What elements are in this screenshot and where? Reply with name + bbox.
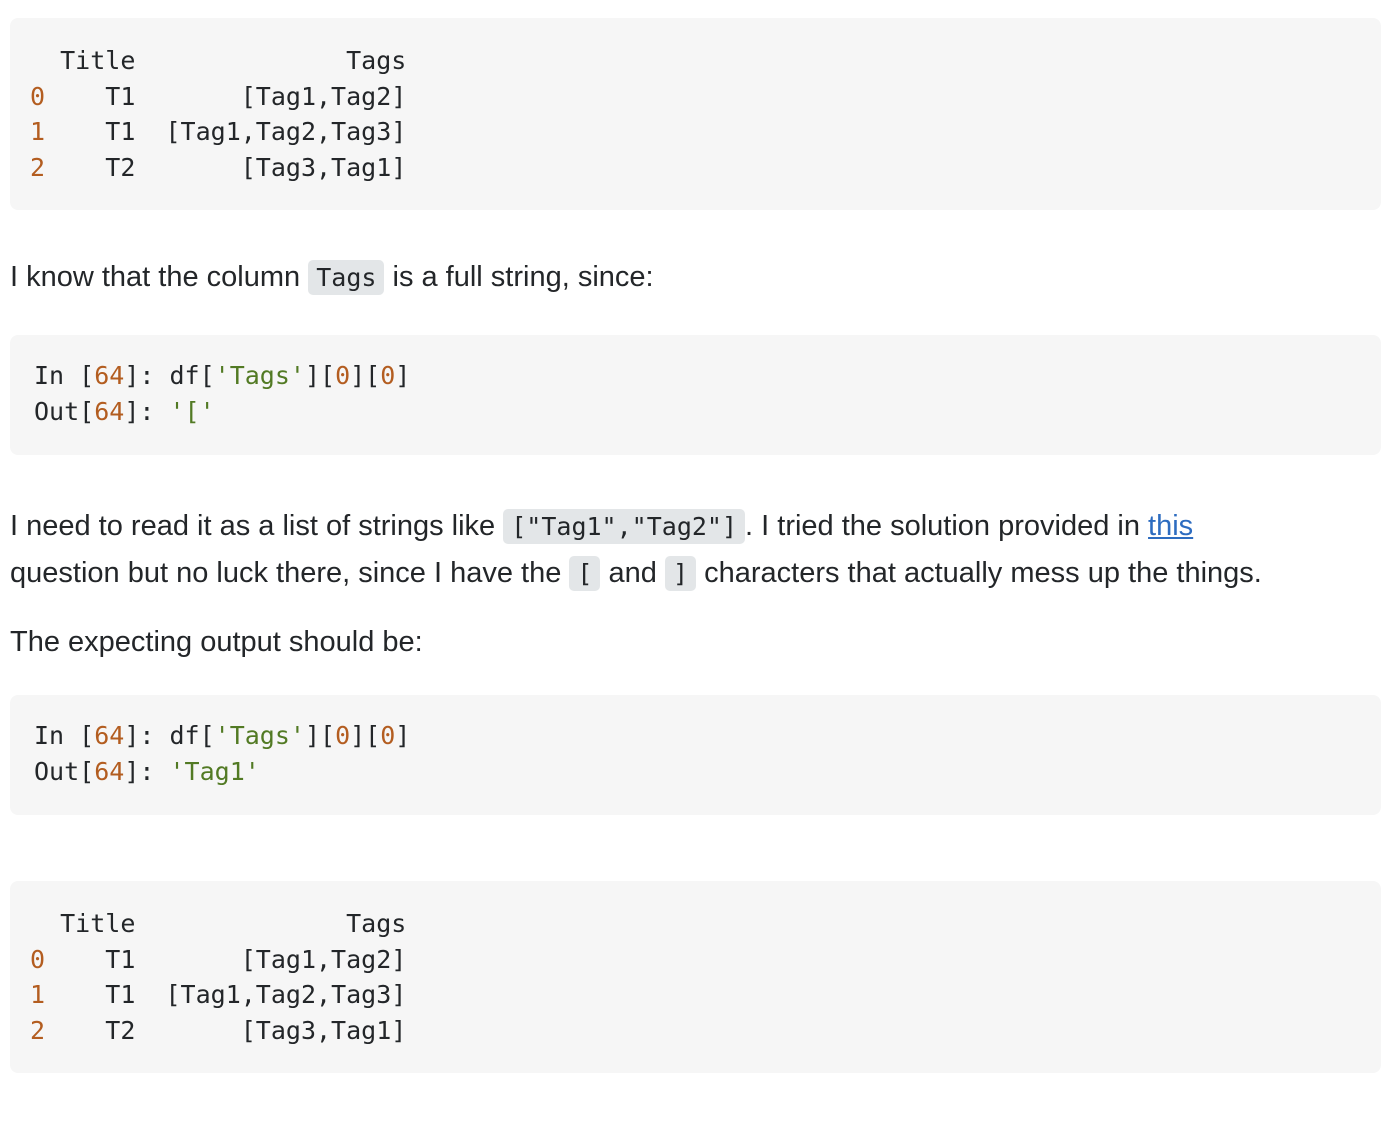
in-mid: ]: df[ [124, 361, 215, 390]
paragraph-expected-output: The expecting output should be: [10, 626, 423, 658]
row-tags: [Tag1,Tag2] [240, 944, 407, 974]
table-row: 2 T2 [Tag3,Tag1] [30, 1016, 406, 1045]
in-prefix: In [ [34, 361, 95, 390]
row-tags: [Tag1,Tag2] [240, 81, 407, 111]
in-end: ] [395, 721, 411, 750]
out-mid: ]: [124, 396, 170, 426]
in-string: 'Tags' [214, 721, 305, 750]
header-tags: Tags [346, 909, 407, 938]
paragraph-text: characters that actually mess up the thi… [696, 557, 1262, 589]
dataframe-code-block[interactable]: Title Tags 0 T1 [Tag1,Tag2] 1 T1 [Tag1,T… [10, 881, 1381, 1073]
repl-code-block-current[interactable]: In [64]: df['Tags'][0][0] Out[64]: '[' [10, 335, 1381, 455]
paragraph-text: and [600, 557, 665, 589]
paragraph-text: is a full string, since: [384, 261, 654, 293]
row-index: 1 [30, 117, 46, 146]
row-index: 2 [30, 152, 46, 182]
row-title: T1 [105, 944, 136, 974]
in-index2: 0 [380, 721, 396, 750]
table-row: 2 T2 [Tag3,Tag1] [30, 153, 406, 182]
header-title: Title [60, 909, 136, 938]
question-body: Title Tags 0 T1 [Tag1,Tag2] 1 T1 [Tag1,T… [10, 18, 1381, 1073]
in-line: In [64]: df['Tags'][0][0] [34, 361, 410, 390]
out-line: Out[64]: '[' [34, 397, 215, 426]
in-number: 64 [94, 361, 125, 390]
table-header: Title Tags [30, 909, 406, 938]
row-index: 0 [30, 944, 46, 974]
header-title: Title [60, 46, 136, 75]
row-title: T1 [105, 117, 136, 146]
paragraph-need-list: I need to read it as a list of strings l… [10, 503, 1381, 597]
out-number: 64 [94, 756, 125, 786]
out-string: 'Tag1' [169, 756, 260, 786]
row-title: T2 [105, 152, 136, 182]
out-prefix: Out[ [34, 396, 95, 426]
in-index2: 0 [380, 361, 396, 390]
row-tags: [Tag1,Tag2,Tag3] [165, 117, 407, 146]
repl-code-block-expected[interactable]: In [64]: df['Tags'][0][0] Out[64]: 'Tag1… [10, 695, 1381, 815]
row-title: T1 [105, 81, 136, 111]
this-question-link[interactable]: this [1148, 510, 1193, 542]
table-row: 1 T1 [Tag1,Tag2,Tag3] [30, 980, 406, 1009]
row-index: 1 [30, 980, 46, 1009]
in-end: ] [395, 361, 411, 390]
in-mid2: ][ [304, 721, 336, 750]
in-index1: 0 [335, 721, 351, 750]
out-string: '[' [169, 396, 215, 426]
in-mid: ]: df[ [124, 721, 215, 750]
in-index1: 0 [335, 361, 351, 390]
inline-code-tags: Tags [308, 260, 385, 295]
in-mid3: ][ [350, 361, 381, 390]
in-mid3: ][ [350, 721, 381, 750]
out-mid: ]: [124, 756, 170, 786]
in-line: In [64]: df['Tags'][0][0] [34, 721, 410, 750]
row-index: 2 [30, 1015, 46, 1045]
row-title: T2 [105, 1015, 136, 1045]
table-header: Title Tags [30, 46, 406, 75]
row-tags: [Tag3,Tag1] [240, 1015, 407, 1045]
dataframe-code-block[interactable]: Title Tags 0 T1 [Tag1,Tag2] 1 T1 [Tag1,T… [10, 18, 1381, 210]
paragraph-text: I need to read it as a list of strings l… [10, 510, 504, 542]
out-line: Out[64]: 'Tag1' [34, 757, 260, 786]
inline-code-close-bracket: ] [664, 556, 697, 591]
row-tags: [Tag3,Tag1] [240, 152, 407, 182]
inline-code-tag-list: ["Tag1","Tag2"] [503, 509, 746, 544]
in-mid2: ][ [304, 361, 336, 390]
in-prefix: In [ [34, 721, 95, 750]
row-title: T1 [105, 980, 136, 1009]
header-tags: Tags [346, 46, 407, 75]
paragraph-column-is-string: I know that the column Tags is a full st… [10, 254, 1381, 301]
row-tags: [Tag1,Tag2,Tag3] [165, 980, 407, 1009]
paragraph-text: question but no luck there, since I have… [10, 557, 570, 589]
inline-code-open-bracket: [ [569, 556, 601, 591]
table-row: 1 T1 [Tag1,Tag2,Tag3] [30, 117, 406, 146]
row-index: 0 [30, 81, 46, 111]
in-string: 'Tags' [214, 361, 305, 390]
paragraph-text: . I tried the solution provided in [745, 510, 1149, 542]
out-number: 64 [94, 396, 125, 426]
paragraph-text: I know that the column [10, 261, 309, 293]
in-number: 64 [94, 721, 125, 750]
table-row: 0 T1 [Tag1,Tag2] [30, 82, 406, 111]
out-prefix: Out[ [34, 756, 95, 786]
table-row: 0 T1 [Tag1,Tag2] [30, 945, 406, 974]
